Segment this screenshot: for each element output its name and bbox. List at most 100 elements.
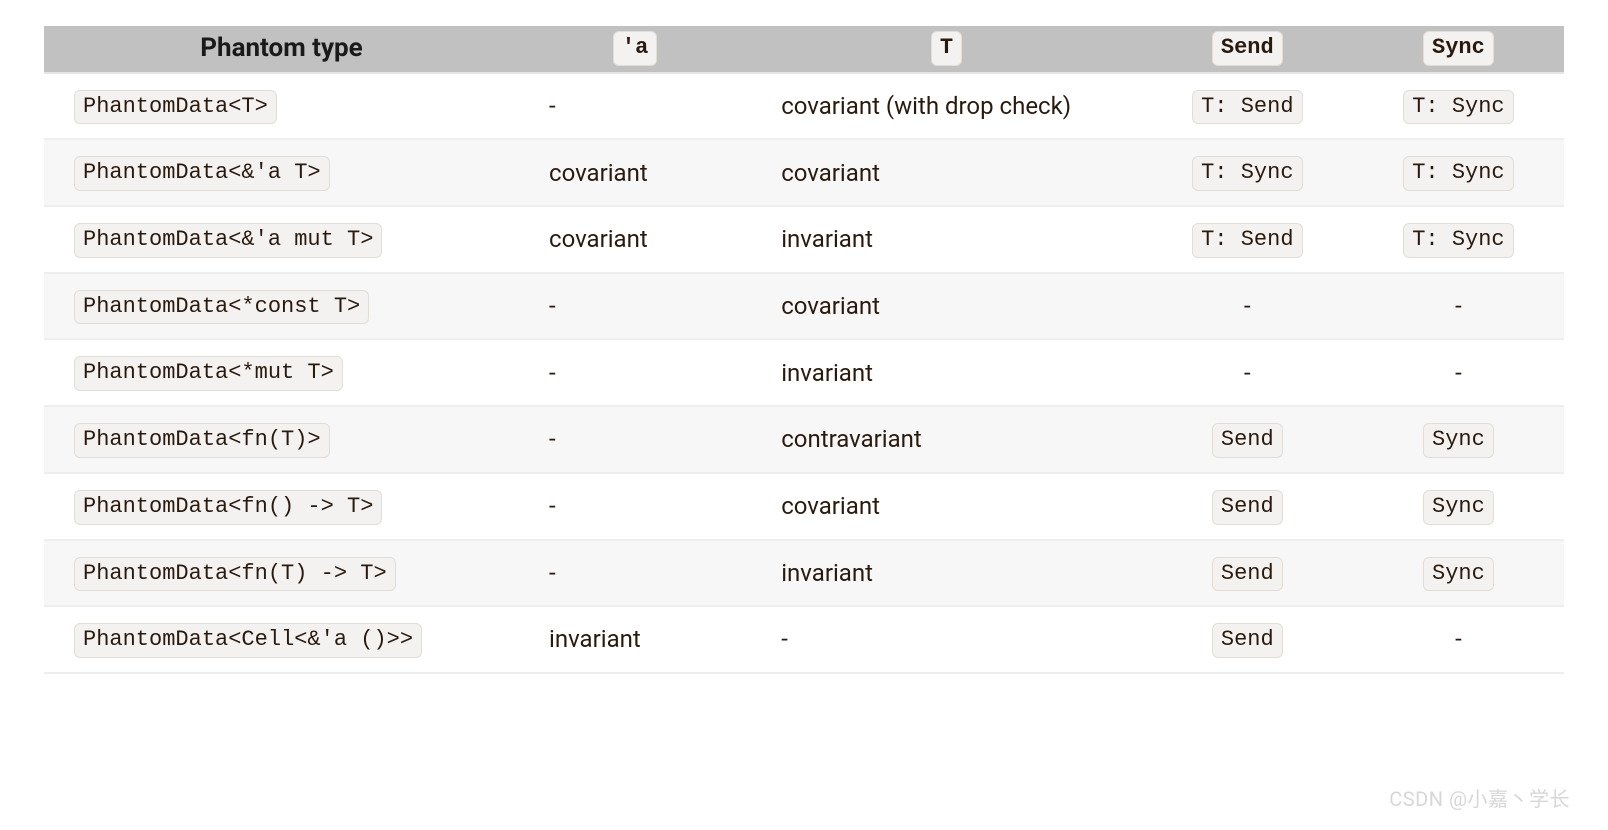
- th-sync: Sync: [1353, 26, 1564, 73]
- th-send: Send: [1142, 26, 1353, 73]
- phantom-type-code: PhantomData<*const T>: [74, 290, 369, 325]
- phantom-type-code: PhantomData<*mut T>: [74, 356, 343, 391]
- table-body: PhantomData<T> - covariant (with drop chec…: [44, 73, 1564, 673]
- cell-lifetime-text: -: [549, 92, 556, 120]
- phantom-type-code: PhantomData<T>: [74, 90, 277, 125]
- cell-t: covariant: [751, 139, 1142, 206]
- cell-t-text: covariant: [781, 492, 880, 520]
- cell-lifetime: -: [519, 540, 751, 607]
- phantom-type-code: PhantomData<Cell<&'a ()>>: [74, 623, 422, 658]
- cell-lifetime: -: [519, 406, 751, 473]
- table-row: PhantomData<Cell<&'a ()>> invariant - Send -: [44, 606, 1564, 673]
- cell-sync-code: Sync: [1423, 490, 1494, 525]
- header-code: T: [931, 31, 962, 66]
- cell-phantom-type: PhantomData<Cell<&'a ()>>: [44, 606, 519, 673]
- cell-send: T: Sync: [1142, 139, 1353, 206]
- cell-sync: T: Sync: [1353, 206, 1564, 273]
- cell-send-code: Send: [1212, 423, 1283, 458]
- cell-lifetime: covariant: [519, 139, 751, 206]
- cell-t-text: invariant: [781, 359, 873, 387]
- th-lifetime: 'a: [519, 26, 751, 73]
- phantom-type-table: Phantom type 'a T Send Sync PhantomData<…: [44, 26, 1564, 674]
- cell-lifetime-text: -: [549, 425, 556, 453]
- cell-lifetime: covariant: [519, 206, 751, 273]
- cell-phantom-type: PhantomData<&'a mut T>: [44, 206, 519, 273]
- cell-t-text: contravariant: [781, 425, 922, 453]
- cell-send: T: Send: [1142, 73, 1353, 140]
- cell-t: invariant: [751, 540, 1142, 607]
- cell-sync: Sync: [1353, 540, 1564, 607]
- cell-send-code: T: Send: [1192, 223, 1302, 258]
- cell-phantom-type: PhantomData<T>: [44, 73, 519, 140]
- table-row: PhantomData<fn(T)>-contravariantSendSync: [44, 406, 1564, 473]
- cell-sync: -: [1353, 273, 1564, 340]
- th-phantom-type: Phantom type: [44, 26, 519, 73]
- cell-sync-code: T: Sync: [1403, 90, 1513, 125]
- cell-t: contravariant: [751, 406, 1142, 473]
- header-label: Phantom type: [200, 33, 362, 63]
- table-row: PhantomData<&'a mut T> covariant invariant…: [44, 206, 1564, 273]
- cell-t: covariant: [751, 273, 1142, 340]
- cell-lifetime: -: [519, 73, 751, 140]
- cell-t: covariant: [751, 473, 1142, 540]
- cell-send: Send: [1142, 540, 1353, 607]
- table-header: Phantom type 'a T Send Sync: [44, 26, 1564, 73]
- cell-send: T: Send: [1142, 206, 1353, 273]
- cell-send-text: -: [1244, 292, 1251, 320]
- cell-lifetime: -: [519, 339, 751, 406]
- cell-send: Send: [1142, 473, 1353, 540]
- phantom-type-code: PhantomData<&'a T>: [74, 156, 330, 191]
- cell-lifetime-text: -: [549, 559, 556, 587]
- header-code: Send: [1212, 31, 1283, 66]
- cell-send: -: [1142, 339, 1353, 406]
- table-container: Phantom type 'a T Send Sync PhantomData<…: [0, 0, 1608, 694]
- cell-sync-text: -: [1455, 625, 1462, 653]
- cell-lifetime-text: -: [549, 359, 556, 387]
- cell-phantom-type: PhantomData<*const T>: [44, 273, 519, 340]
- cell-lifetime-text: invariant: [549, 625, 641, 653]
- cell-send: -: [1142, 273, 1353, 340]
- cell-phantom-type: PhantomData<fn() -> T>: [44, 473, 519, 540]
- cell-phantom-type: PhantomData<&'a T>: [44, 139, 519, 206]
- phantom-type-code: PhantomData<&'a mut T>: [74, 223, 382, 258]
- table-row: PhantomData<fn(T) -> T> - invariantSend Syn…: [44, 540, 1564, 607]
- cell-t-text: covariant: [781, 159, 880, 187]
- cell-t: invariant: [751, 206, 1142, 273]
- cell-sync-code: T: Sync: [1403, 156, 1513, 191]
- cell-lifetime-text: -: [549, 492, 556, 520]
- cell-sync: -: [1353, 606, 1564, 673]
- header-code: Sync: [1423, 31, 1494, 66]
- cell-sync-text: -: [1455, 359, 1462, 387]
- cell-sync-text: -: [1455, 292, 1462, 320]
- table-row: PhantomData<&'a T> covariant covariant T: S…: [44, 139, 1564, 206]
- cell-t-text: covariant: [781, 292, 880, 320]
- cell-send-code: Send: [1212, 623, 1283, 658]
- table-row: PhantomData<*mut T> - invariant - -: [44, 339, 1564, 406]
- cell-sync-code: Sync: [1423, 423, 1494, 458]
- cell-lifetime: -: [519, 273, 751, 340]
- watermark: CSDN @小嘉丶学长: [1389, 783, 1570, 812]
- cell-t: invariant: [751, 339, 1142, 406]
- cell-lifetime-text: covariant: [549, 159, 648, 187]
- header-code: 'a: [613, 31, 657, 66]
- cell-sync: -: [1353, 339, 1564, 406]
- cell-send: Send: [1142, 406, 1353, 473]
- cell-send-code: Send: [1212, 490, 1283, 525]
- th-t: T: [751, 26, 1142, 73]
- cell-sync: Sync: [1353, 473, 1564, 540]
- cell-send-code: T: Send: [1192, 90, 1302, 125]
- cell-sync-code: Sync: [1423, 557, 1494, 592]
- cell-sync: T: Sync: [1353, 139, 1564, 206]
- cell-t: covariant (with drop check): [751, 73, 1142, 140]
- cell-lifetime: invariant: [519, 606, 751, 673]
- phantom-type-code: PhantomData<fn() -> T>: [74, 490, 382, 525]
- table-row: PhantomData<fn() -> T> - covariant Send Sync: [44, 473, 1564, 540]
- cell-sync-code: T: Sync: [1403, 223, 1513, 258]
- table-row: PhantomData<*const T> - covariant - -: [44, 273, 1564, 340]
- cell-lifetime-text: covariant: [549, 225, 648, 253]
- cell-phantom-type: PhantomData<fn(T) -> T>: [44, 540, 519, 607]
- table-row: PhantomData<T> - covariant (with drop chec…: [44, 73, 1564, 140]
- cell-t: -: [751, 606, 1142, 673]
- cell-t-text: -: [781, 625, 788, 653]
- phantom-type-code: PhantomData<fn(T) -> T>: [74, 557, 396, 592]
